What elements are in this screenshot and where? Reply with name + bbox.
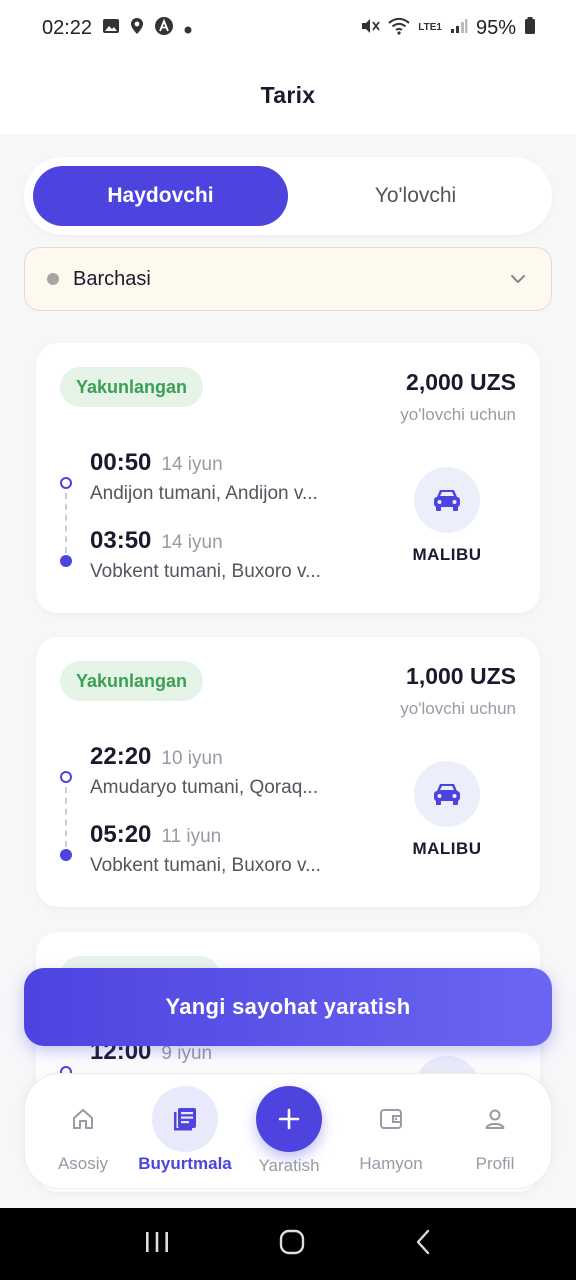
wallet-icon <box>376 1104 406 1134</box>
origin-address: Andijon tumani, Andijon v... <box>90 483 318 504</box>
origin-address: Amudaryo tumani, Qoraq... <box>90 777 319 798</box>
trip-price: 1,000 UZS <box>406 663 516 689</box>
trip-origin: 00:50 14 iyun Andijon tumani, Andijon v.… <box>90 449 370 505</box>
nav-label: Hamyon <box>359 1154 423 1173</box>
home-icon <box>68 1104 98 1134</box>
trip-price-sub: yo'lovchi uchun <box>400 405 516 424</box>
destination-dot-icon <box>60 555 72 567</box>
destination-date: 14 iyun <box>161 532 223 553</box>
system-nav-bar <box>0 1208 576 1280</box>
role-tabs: Haydovchi Yo'lovchi <box>24 157 552 235</box>
origin-time: 22:20 <box>90 743 152 770</box>
car-model: MALIBU <box>412 545 482 564</box>
tab-yolovchi[interactable]: Yo'lovchi <box>288 166 543 226</box>
origin-date: 14 iyun <box>161 454 223 475</box>
back-icon[interactable] <box>414 1229 432 1260</box>
nav-item-asosiy[interactable]: Asosiy <box>31 1074 135 1190</box>
trip-card[interactable]: Yakunlangan 2,000 UZS yo'lovchi uchun 00… <box>36 343 540 613</box>
trip-price: 2,000 UZS <box>406 369 516 395</box>
user-icon <box>480 1104 510 1134</box>
trip-destination: 05:20 11 iyun Vobkent tumani, Buxoro v..… <box>90 821 370 877</box>
location-icon <box>130 17 144 40</box>
destination-address: Vobkent tumani, Buxoro v... <box>90 855 321 876</box>
origin-date: 10 iyun <box>161 748 223 769</box>
car-icon <box>414 467 480 533</box>
recent-apps-icon[interactable] <box>144 1230 170 1259</box>
destination-date: 11 iyun <box>161 826 222 847</box>
nav-item-yaratish[interactable]: Yaratish <box>237 1074 341 1190</box>
notification-dot-icon <box>184 18 192 39</box>
status-bar: 02:22 LTE1 95% <box>0 0 576 56</box>
wifi-icon <box>388 17 410 40</box>
tab-haydovchi[interactable]: Haydovchi <box>33 166 288 226</box>
nav-label: Yaratish <box>258 1156 320 1175</box>
trip-route: 22:20 10 iyun Amudaryo tumani, Qoraq... … <box>60 743 360 883</box>
battery-icon <box>524 16 536 40</box>
status-time: 02:22 <box>42 16 93 39</box>
destination-time: 03:50 <box>90 527 152 554</box>
destination-dot-icon <box>60 849 72 861</box>
gallery-icon <box>102 17 120 40</box>
app-a-icon <box>154 16 174 41</box>
status-badge: Yakunlangan <box>60 367 204 407</box>
filter-status-dot <box>47 273 59 285</box>
trip-route: 00:50 14 iyun Andijon tumani, Andijon v.… <box>60 449 360 589</box>
nav-label: Profil <box>475 1154 515 1173</box>
origin-dot-icon <box>60 477 72 489</box>
filter-label: Barchasi <box>73 267 151 290</box>
origin-dot-icon <box>60 771 72 783</box>
nav-label: Asosiy <box>57 1154 109 1173</box>
origin-time: 00:50 <box>90 449 152 476</box>
nav-item-profil[interactable]: Profil <box>443 1074 547 1190</box>
route-line <box>65 787 67 847</box>
nav-item-buyurtmala[interactable]: Buyurtmala <box>133 1074 237 1190</box>
home-button-icon[interactable] <box>279 1229 305 1260</box>
battery-level: 95% <box>475 16 516 39</box>
trip-destination: 03:50 14 iyun Vobkent tumani, Buxoro v..… <box>90 527 370 583</box>
route-line <box>65 493 67 553</box>
mute-icon <box>360 17 380 40</box>
nav-item-hamyon[interactable]: Hamyon <box>339 1074 443 1190</box>
page-title: Tarix <box>260 81 316 108</box>
signal-icon <box>450 18 468 39</box>
destination-time: 05:20 <box>90 821 152 848</box>
trip-card[interactable]: Yakunlangan 1,000 UZS yo'lovchi uchun 22… <box>36 637 540 907</box>
status-badge: Yakunlangan <box>60 661 204 701</box>
plus-icon <box>256 1086 322 1152</box>
nav-label: Buyurtmala <box>138 1154 232 1173</box>
trip-origin: 22:20 10 iyun Amudaryo tumani, Qoraq... <box>90 743 370 799</box>
origin-date: 9 iyun <box>161 1043 213 1064</box>
create-trip-button[interactable]: Yangi sayohat yaratish <box>24 968 552 1046</box>
bottom-nav: Asosiy Buyurtmala Yaratish Hamyon Profil <box>24 1073 552 1189</box>
destination-address: Vobkent tumani, Buxoro v... <box>90 561 321 582</box>
car-model: MALIBU <box>412 839 482 858</box>
trip-price-sub: yo'lovchi uchun <box>400 699 516 718</box>
network-label: LTE1 <box>418 22 442 33</box>
status-filter-dropdown[interactable]: Barchasi <box>24 247 552 311</box>
orders-icon <box>152 1086 218 1152</box>
chevron-down-icon <box>507 268 529 290</box>
car-icon <box>414 761 480 827</box>
page-header: Tarix <box>0 56 576 134</box>
